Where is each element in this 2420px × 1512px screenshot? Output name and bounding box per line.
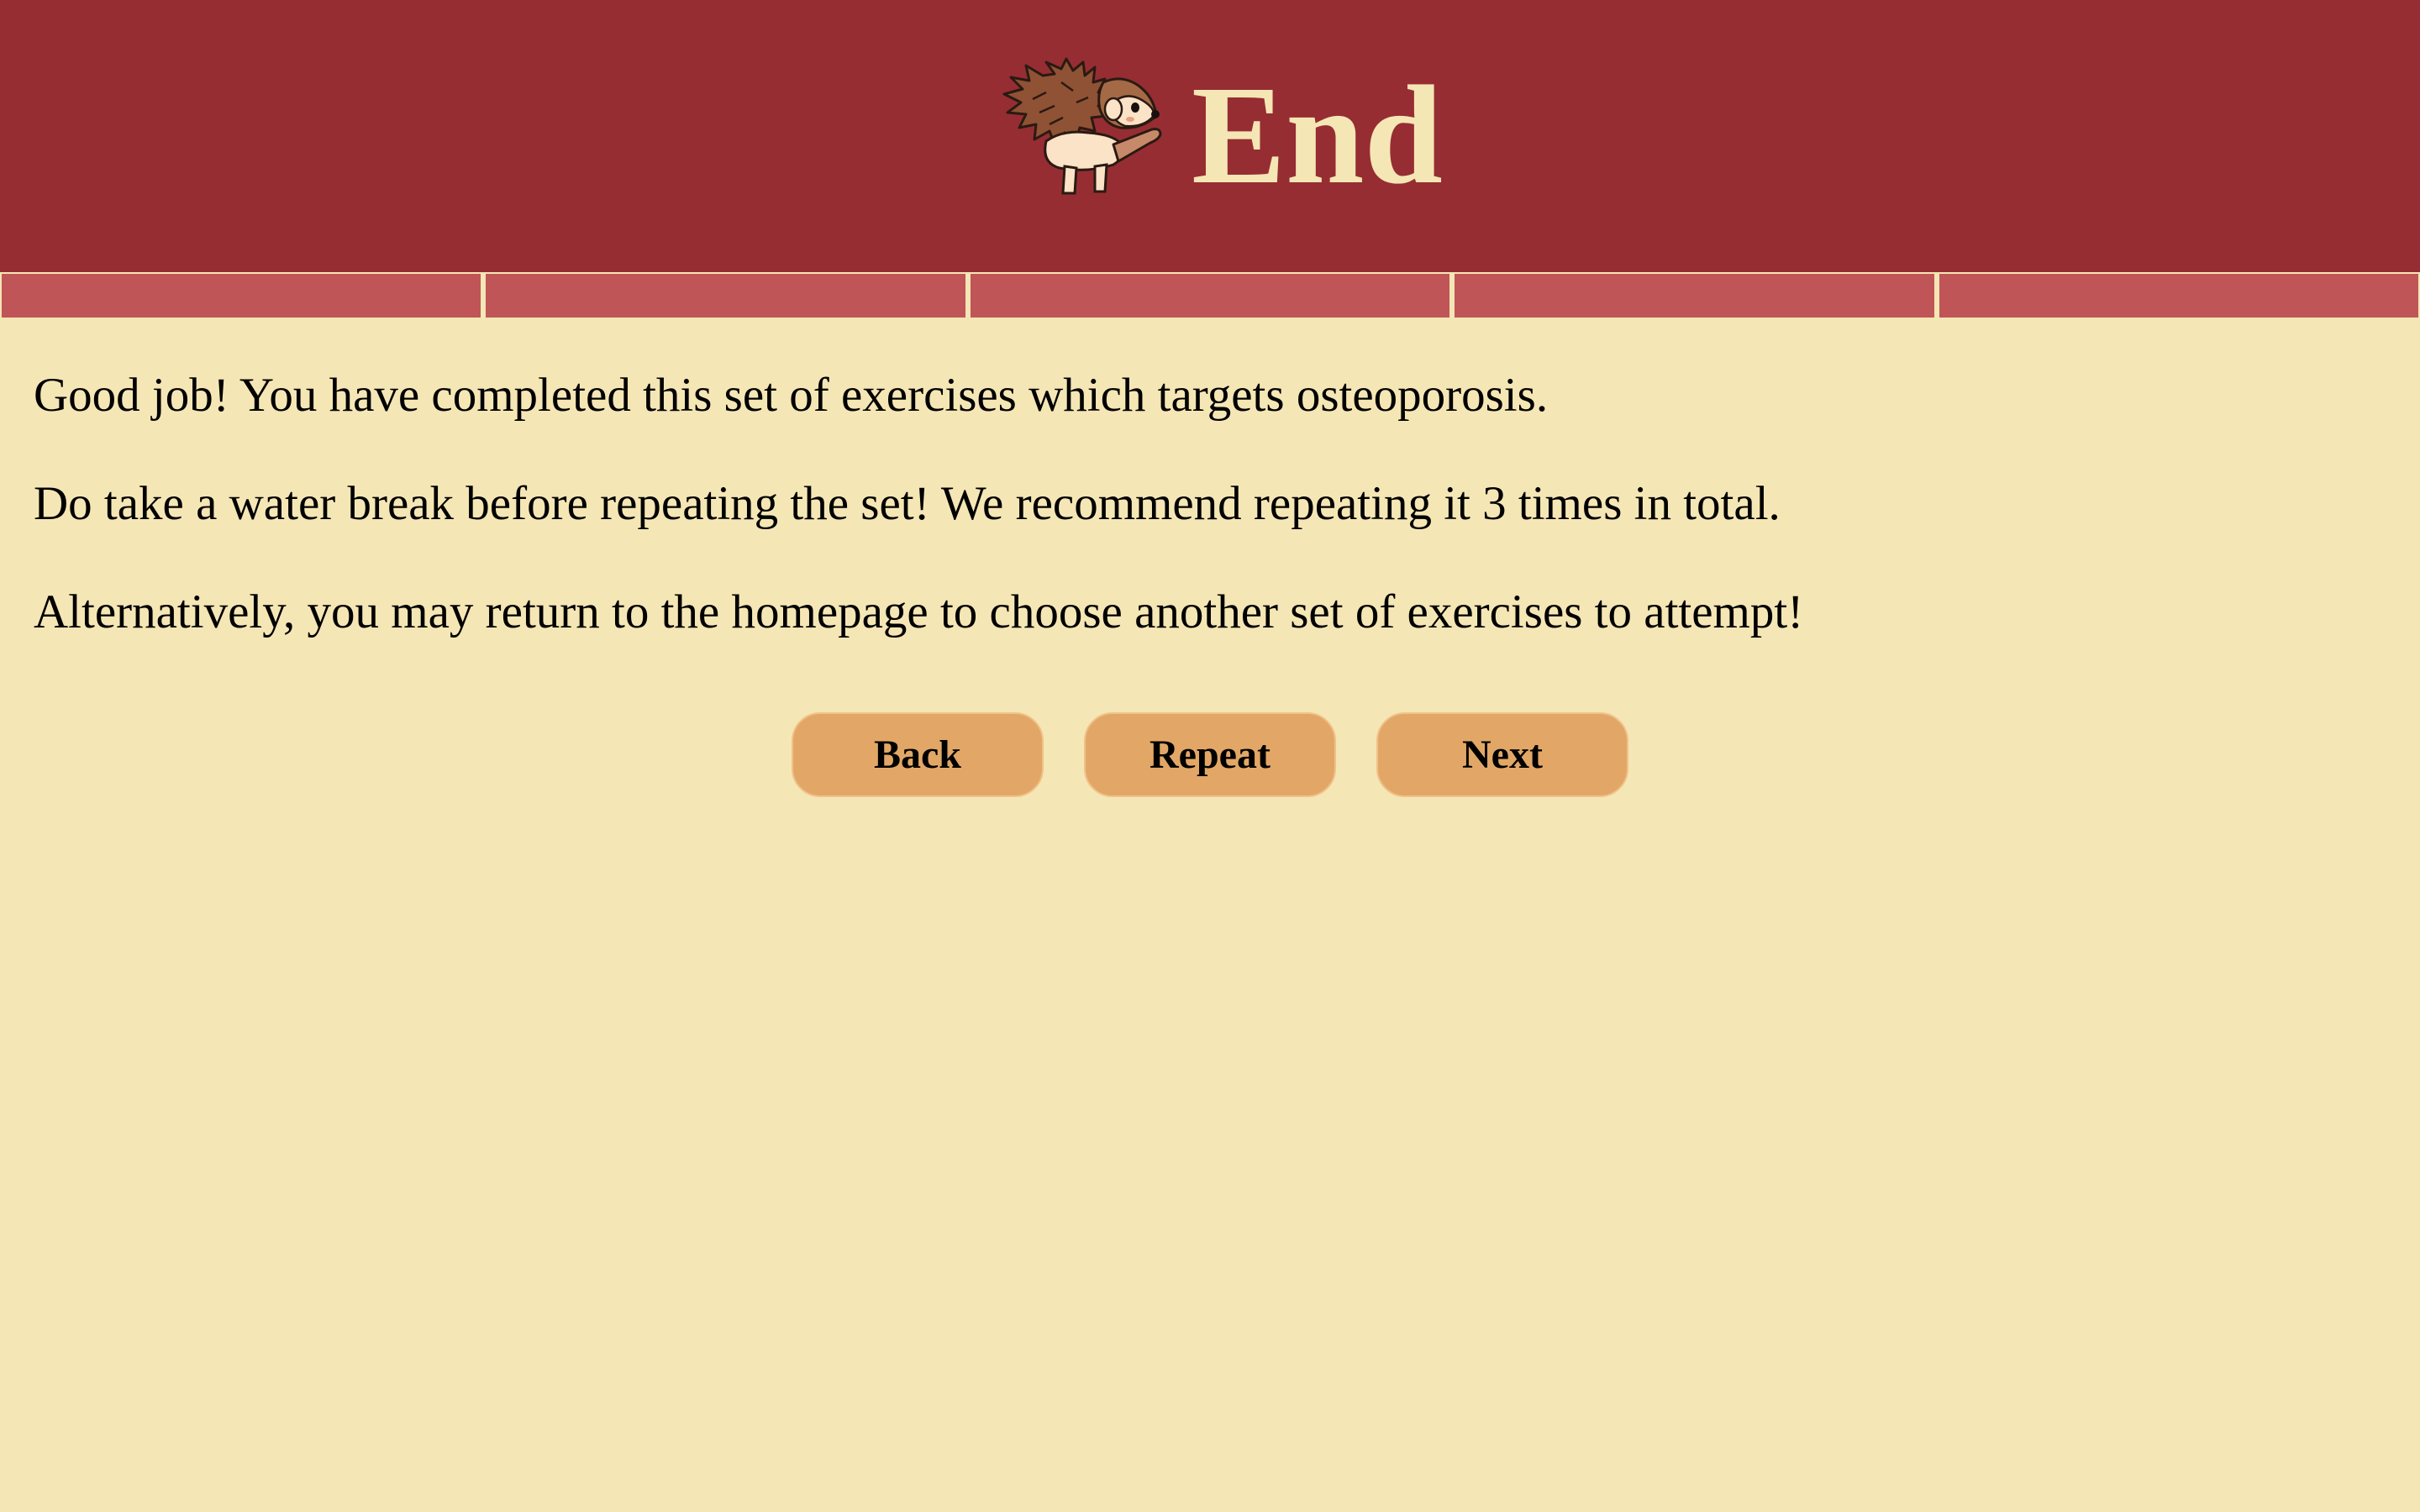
progress-segment [970,274,1450,318]
brand: End [996,46,1443,214]
progress-segment [1455,274,1934,318]
page-header: End [0,0,2420,272]
homepage-text: Alternatively, you may return to the hom… [34,585,1804,638]
water-break-text: Do take a water break before repeating t… [34,477,1781,530]
progress-segment [1939,274,2419,318]
page-title: End [1192,57,1443,213]
completion-message: Good job! You have completed this set of… [34,369,2386,695]
back-button[interactable]: Back [792,712,1044,797]
progress-bar [0,272,2420,319]
navigation-buttons: Back Repeat Next [792,712,1628,797]
progress-segment [486,274,965,318]
completion-text: Good job! You have completed this set of… [34,369,1549,422]
progress-segment [2,274,481,318]
next-button[interactable]: Next [1376,712,1628,797]
repeat-button[interactable]: Repeat [1084,712,1336,797]
hedgehog-icon [1002,57,1162,194]
